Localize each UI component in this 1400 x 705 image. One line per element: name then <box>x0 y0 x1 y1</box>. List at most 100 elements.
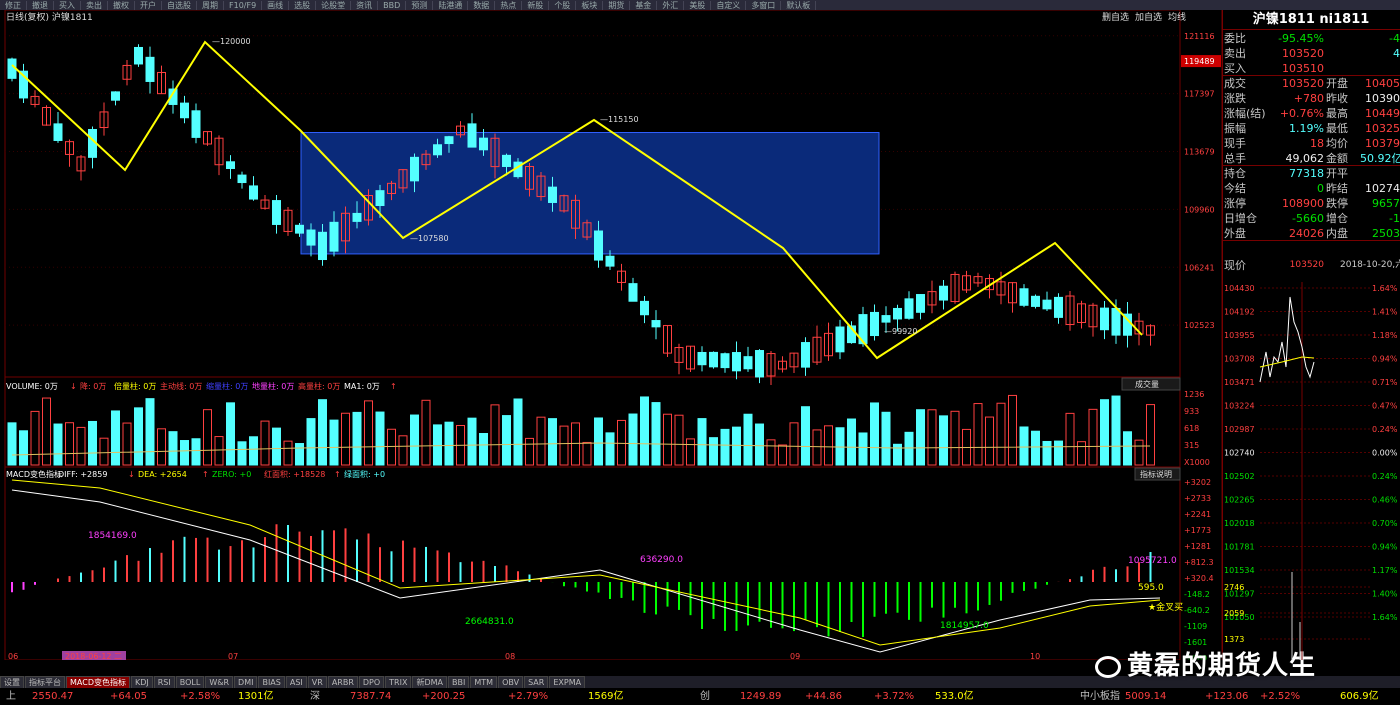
toolbar-item[interactable]: 选股 <box>289 1 317 10</box>
ticker-item: +64.05 <box>110 691 148 702</box>
volume-bar <box>398 435 408 466</box>
quote-value-2: 10379 <box>1365 137 1400 150</box>
quote-label-2: 跌停 <box>1326 197 1348 210</box>
toolbar-item[interactable]: 数据 <box>468 1 496 10</box>
indicator-tab[interactable]: W&R <box>205 676 234 688</box>
indicator-tab[interactable]: MACD变色指标 <box>66 676 130 688</box>
toolbar-item[interactable]: 自定义 <box>711 1 747 10</box>
price-axis-label: 121116 <box>1184 32 1215 41</box>
candle-body <box>835 326 845 353</box>
quote-row: 买入 103510 <box>1222 61 1400 76</box>
volume-bar <box>697 418 707 466</box>
mini-price-label: 103708 <box>1224 355 1255 364</box>
indicator-tab[interactable]: DMI <box>234 676 258 688</box>
toolbar-item[interactable]: 自选股 <box>162 1 197 10</box>
candle-body <box>318 231 327 261</box>
toolbar-item[interactable]: 卖出 <box>81 1 108 10</box>
mini-price-label: 101781 <box>1224 543 1255 552</box>
toolbar-item[interactable]: 开户 <box>135 1 162 10</box>
toolbar-item[interactable]: 修正 <box>0 1 27 10</box>
indicator-tab[interactable]: BIAS <box>258 676 285 688</box>
mini-price-label: 104192 <box>1224 308 1255 317</box>
toolbar-item[interactable]: 美股 <box>684 1 712 10</box>
volume-bar <box>985 416 994 466</box>
toolbar-item[interactable]: 陆港通 <box>433 1 469 10</box>
toolbar-item[interactable]: 新股 <box>522 1 550 10</box>
indicator-tab[interactable]: BBI <box>448 676 470 688</box>
volume-bar <box>1019 426 1029 466</box>
indicator-tab[interactable]: ARBR <box>327 676 358 688</box>
toolbar-item[interactable]: 期货 <box>603 1 631 10</box>
toolbar-item[interactable]: 外汇 <box>657 1 685 10</box>
candle-body <box>893 307 902 320</box>
volume-bar <box>76 426 86 466</box>
candle-body <box>755 350 764 378</box>
volume-header-item: 缩量柱: 0万 <box>206 381 248 391</box>
volume-bar <box>433 424 442 466</box>
toolbar-item[interactable]: 热点 <box>495 1 523 10</box>
toolbar-item[interactable]: 买入 <box>54 1 81 10</box>
current-price-tag: 119489 <box>1184 57 1215 66</box>
indicator-tab[interactable]: 新DMA <box>412 676 448 688</box>
indicator-tab[interactable]: TRIX <box>385 676 412 688</box>
volume-bar <box>605 432 615 466</box>
indicator-tab[interactable]: BOLL <box>175 676 205 688</box>
toolbar-item[interactable]: 资讯 <box>351 1 379 10</box>
volume-bar <box>180 440 189 466</box>
toolbar-item[interactable]: 个股 <box>549 1 577 10</box>
indicator-tab[interactable]: EXPMA <box>549 676 586 688</box>
indicator-tab[interactable]: 指标平台 <box>25 676 65 688</box>
volume-bar <box>421 399 431 466</box>
quote-label-2: 金额 <box>1326 152 1348 165</box>
quote-label: 今结 <box>1224 182 1246 195</box>
price-axis-label: 106241 <box>1184 263 1215 272</box>
toolbar-item[interactable]: 默认板 <box>781 1 817 10</box>
intraday-mini-chart: 104430 104192 103955 103708 103471 103224 1029… <box>1224 282 1398 660</box>
toolbar-item[interactable]: F10/F9 <box>224 1 263 10</box>
macd-axis-label: -1109 <box>1184 622 1207 631</box>
indicator-tab[interactable]: MTM <box>470 676 498 688</box>
toolbar-item[interactable]: 板块 <box>576 1 604 10</box>
indicator-tab[interactable]: 设置 <box>0 676 24 688</box>
toolbar-item[interactable]: 撤退 <box>27 1 54 10</box>
indicator-tab[interactable]: SAR <box>524 676 549 688</box>
candle-body <box>743 356 753 370</box>
kline-chart[interactable]: 日线(复权) 沪镍1811 删自选 加自选 均线 121116 117397 113679 1… <box>0 10 1222 660</box>
indicator-tab[interactable]: ASI <box>285 676 307 688</box>
ticker-item: +3.72% <box>874 691 915 702</box>
mini-price-label: 104430 <box>1224 284 1255 293</box>
peak-label: —115150 <box>600 115 639 124</box>
candle-body <box>594 230 603 261</box>
volume-bar <box>536 416 546 466</box>
indicator-tab[interactable]: KDJ <box>130 676 153 688</box>
now-price-row: 现价 103520 2018-10-20,六 <box>1222 258 1400 273</box>
indicator-tab[interactable]: DPO <box>358 676 385 688</box>
quote-value: 103520 <box>1282 47 1324 60</box>
quote-value-2: 9657 <box>1372 197 1400 210</box>
toolbar-item[interactable]: 预测 <box>406 1 434 10</box>
mini-price-label: 102502 <box>1224 472 1255 481</box>
mini-price-label: 102987 <box>1224 425 1255 434</box>
volume-header-item: 主动线: 0万 <box>160 381 202 391</box>
quote-value: 103520 <box>1282 77 1324 90</box>
volume-bar <box>1008 394 1017 466</box>
toolbar-item[interactable]: 画线 <box>262 1 290 10</box>
mini-price-line <box>1259 296 1315 383</box>
ticker-item: +200.25 <box>422 691 466 702</box>
toolbar-item[interactable]: 基金 <box>630 1 658 10</box>
candle-body <box>640 300 649 316</box>
quote-value-2: -4 <box>1389 32 1400 45</box>
volume-bar <box>628 413 638 466</box>
indicator-tab[interactable]: OBV <box>498 676 524 688</box>
toolbar-item[interactable]: 撤权 <box>108 1 135 10</box>
quote-label-2: 开平 <box>1326 167 1348 180</box>
toolbar-item[interactable]: 周期 <box>197 1 224 10</box>
indicator-tab[interactable]: RSI <box>153 676 175 688</box>
toolbar-item[interactable]: 论股堂 <box>316 1 352 10</box>
volume-axis-label: 618 <box>1184 424 1199 433</box>
toolbar-item[interactable]: 多窗口 <box>746 1 782 10</box>
indicator-tab[interactable]: VR <box>307 676 327 688</box>
candle-body <box>410 156 419 182</box>
volume-bar <box>939 415 948 466</box>
toolbar-item[interactable]: BBD <box>378 1 407 10</box>
